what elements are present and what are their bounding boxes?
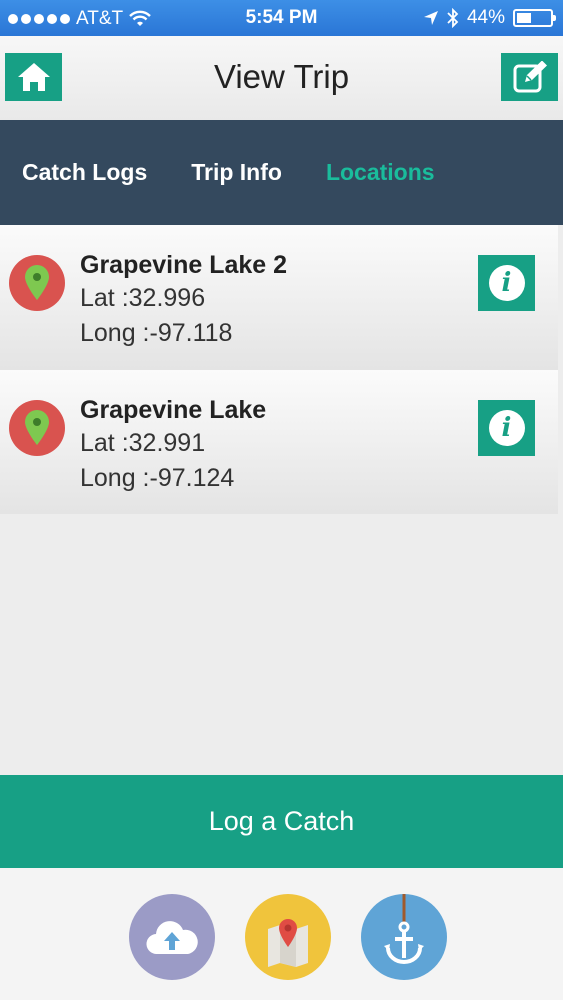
status-bar: AT&T 5:54 PM 44% [0,0,563,36]
location-badge [9,400,65,456]
info-button[interactable]: i [478,400,535,456]
tab-locations[interactable]: Locations [326,159,435,186]
location-lat: Lat :32.991 [80,429,206,457]
tab-catch-logs[interactable]: Catch Logs [22,159,147,186]
tab-trip-info[interactable]: Trip Info [191,159,282,186]
info-icon: i [488,265,525,301]
battery-icon [513,9,556,27]
info-icon: i [488,410,525,446]
location-name: Grapevine Lake 2 [80,251,288,279]
list-item[interactable]: Grapevine Lake 2 Lat :32.996 Long :-97.1… [0,225,558,370]
nav-header: View Trip [0,36,563,120]
location-long: Long :-97.124 [80,464,235,492]
map-pin-icon [25,265,49,300]
battery-percent: 44% [466,7,505,28]
location-arrow-icon [423,11,438,25]
log-catch-button[interactable]: Log a Catch [0,775,563,868]
locations-list: Grapevine Lake 2 Lat :32.996 Long :-97.1… [0,225,558,514]
bluetooth-icon [447,8,459,28]
anchor-icon [384,894,424,964]
location-details: Grapevine Lake Lat :32.991 Long :-97.124 [80,394,266,496]
anchor-button[interactable] [361,894,447,980]
map-pin-icon [25,410,49,445]
map-button[interactable] [245,894,331,980]
map-pin-icon [268,919,308,967]
edit-icon [513,61,547,93]
cloud-upload-icon [146,921,198,955]
location-long: Long :-97.118 [80,319,233,347]
location-lat: Lat :32.996 [80,284,206,312]
location-badge [9,255,65,311]
info-button[interactable]: i [478,255,535,311]
edit-button[interactable] [501,53,558,101]
list-item[interactable]: Grapevine Lake Lat :32.991 Long :-97.124… [0,370,558,514]
tab-bar: Catch Logs Trip Info Locations [0,120,563,225]
status-right: 44% [423,7,556,29]
page-title: View Trip [213,58,350,95]
bottom-nav [0,868,563,1000]
cloud-upload-button[interactable] [129,894,215,980]
location-details: Grapevine Lake 2 Lat :32.996 Long :-97.1… [80,249,287,351]
location-name: Grapevine Lake [80,396,267,424]
